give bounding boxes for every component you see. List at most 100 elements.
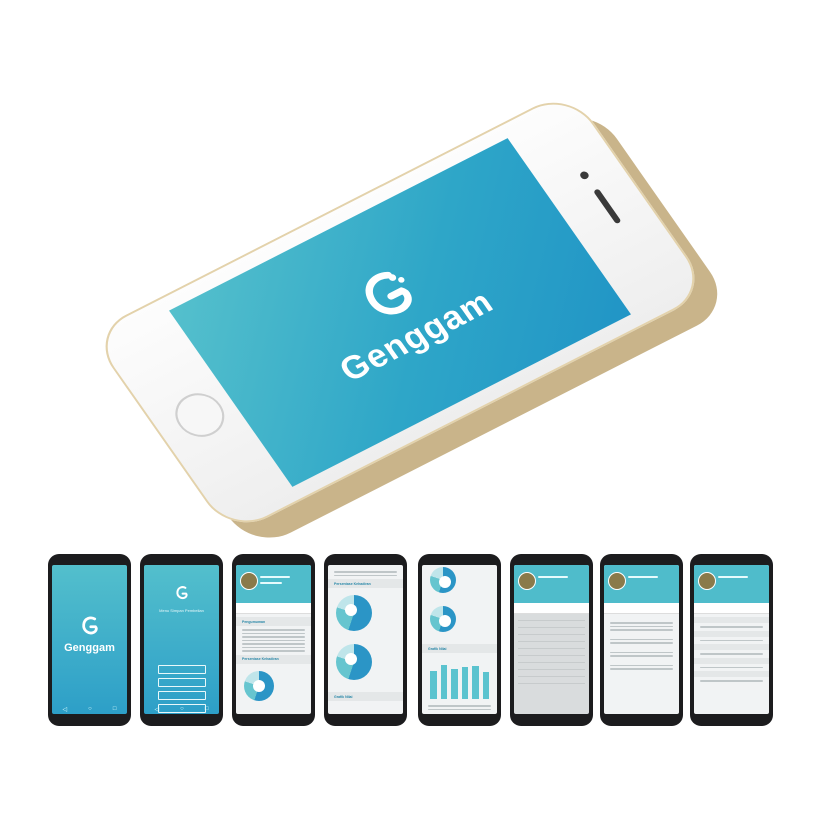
text-line (700, 666, 763, 668)
table-row (518, 677, 585, 684)
hand-g-logo-icon (81, 616, 98, 635)
profile-name (538, 576, 568, 578)
splash-screen: Genggam (169, 138, 631, 487)
section-title: Pengumuman (236, 617, 311, 626)
attendance-donut (336, 595, 372, 631)
bar (430, 671, 437, 699)
section-title (694, 644, 769, 650)
recents-icon[interactable]: □ (113, 706, 117, 712)
brand-lockup: Genggam (52, 615, 127, 654)
home-button[interactable] (165, 385, 234, 445)
table-row (518, 614, 585, 621)
avatar (240, 572, 258, 590)
back-icon[interactable]: ◁ (155, 706, 160, 713)
profile-name (260, 576, 290, 578)
section-title: Grafik Nilai (328, 692, 403, 701)
profile-header (604, 565, 679, 603)
text-line (610, 629, 673, 631)
avatar (608, 572, 626, 590)
screen-table (510, 554, 593, 726)
screen-content (514, 565, 589, 714)
screen-content: Menu Simpan Pembelian ◁ ○ □ (144, 565, 219, 714)
table-row (518, 649, 585, 656)
profile-name (718, 576, 748, 578)
android-navbar: ◁ ○ □ (144, 704, 219, 714)
menu-subtitle: Menu Simpan Pembelian (159, 608, 204, 613)
bar (472, 666, 479, 699)
tab-bar[interactable] (514, 603, 589, 614)
screen-splash: Genggam ◁ ○ □ (48, 554, 131, 726)
screen-profile-feed: Pengumuman Persentase Kehadiran (232, 554, 315, 726)
section-title (694, 657, 769, 664)
text-line (700, 626, 763, 628)
iphone-device: Genggam (88, 88, 735, 552)
section-title: Persentase Kehadiran (236, 654, 311, 664)
back-icon[interactable]: ◁ (63, 706, 68, 713)
text-line (700, 653, 763, 655)
avatar (698, 572, 716, 590)
text-line (700, 680, 763, 682)
table-row (518, 635, 585, 642)
profile-header (236, 565, 311, 603)
attendance-donut (430, 567, 456, 593)
text-line (428, 705, 491, 707)
screen-task-list (600, 554, 683, 726)
screen-schedule (690, 554, 773, 726)
screen-grade-chart: Grafik Nilai (418, 554, 501, 726)
section-title (694, 630, 769, 637)
screen-menu: Menu Simpan Pembelian ◁ ○ □ (140, 554, 223, 726)
brand-lockup: Menu Simpan Pembelian (144, 585, 219, 613)
screen-content: Persentase Kehadiran Grafik Nilai (328, 565, 403, 714)
text-line (610, 664, 673, 666)
table-row (518, 628, 585, 635)
hero-phone-section: Genggam (0, 0, 820, 552)
text-line (334, 574, 397, 576)
avatar (518, 572, 536, 590)
text-line (242, 646, 305, 648)
profile-header (694, 565, 769, 603)
tab-bar[interactable] (694, 603, 769, 614)
profile-header (514, 565, 589, 603)
attendance-donut (430, 606, 456, 632)
table-row (518, 621, 585, 628)
home-icon[interactable]: ○ (88, 706, 92, 712)
earpiece-speaker (593, 188, 622, 225)
tab-bar[interactable] (604, 603, 679, 614)
menu-button[interactable] (157, 678, 206, 687)
brand-name: Genggam (64, 642, 115, 654)
text-line (242, 650, 305, 652)
table-row (518, 656, 585, 663)
section-title: Persentase Kehadiran (328, 579, 403, 588)
text-line (700, 639, 763, 641)
hand-g-logo-icon (175, 586, 188, 600)
app-screens-row: Genggam ◁ ○ □ Menu Simpan Pembelian ◁ ○ … (48, 554, 773, 726)
menu-button[interactable] (157, 665, 206, 674)
home-icon[interactable]: ○ (180, 706, 184, 712)
text-line (610, 655, 673, 657)
menu-button[interactable] (157, 691, 206, 700)
profile-id (260, 582, 282, 584)
android-navbar: ◁ ○ □ (52, 704, 127, 714)
text-line (610, 651, 673, 653)
bar (482, 671, 489, 699)
text-line (610, 638, 673, 640)
text-line (242, 639, 305, 641)
tab-bar[interactable] (236, 603, 311, 614)
table-row (518, 670, 585, 677)
screen-content: Genggam ◁ ○ □ (52, 565, 127, 714)
text-line (242, 629, 305, 631)
section-title: Grafik Nilai (422, 644, 497, 653)
screen-attendance: Persentase Kehadiran Grafik Nilai (324, 554, 407, 726)
screen-content: Grafik Nilai (422, 565, 497, 714)
table-row (518, 642, 585, 649)
bar (461, 667, 468, 699)
screen-content (604, 565, 679, 714)
text-line (242, 632, 305, 634)
bar (440, 665, 447, 699)
bar (451, 669, 458, 699)
table-row (518, 663, 585, 670)
text-line (334, 571, 397, 573)
recents-icon[interactable]: □ (205, 706, 209, 712)
attendance-donut (244, 670, 274, 701)
text-line (610, 642, 673, 644)
